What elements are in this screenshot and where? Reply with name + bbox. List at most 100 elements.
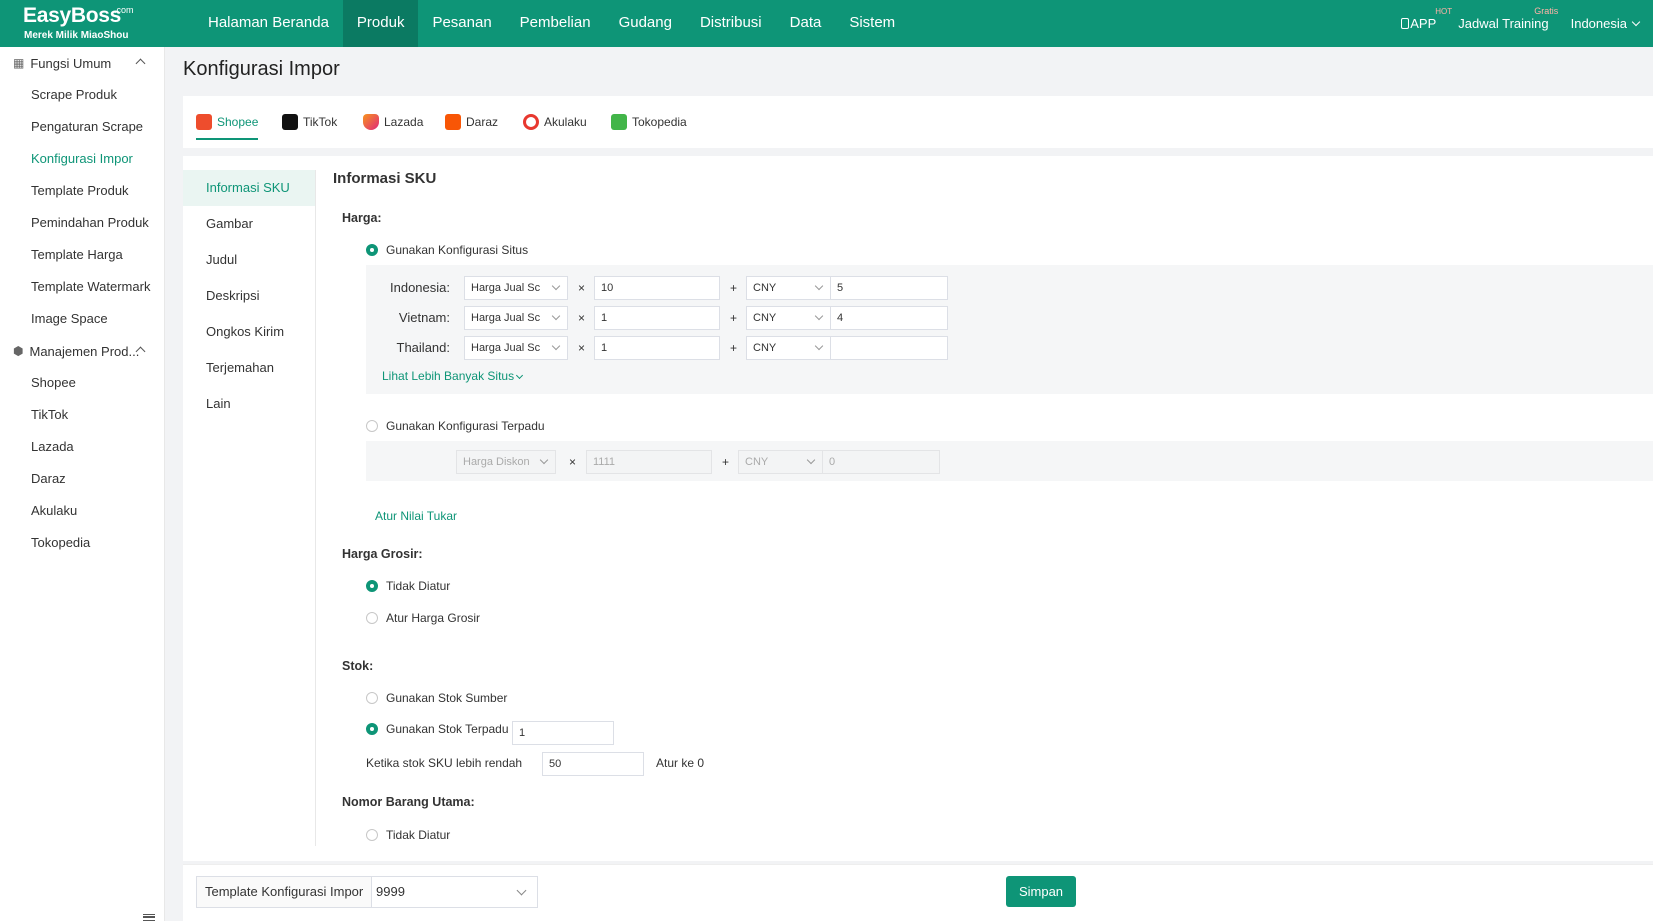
hot-badge: HOT (1435, 7, 1453, 16)
unified-currency-select[interactable]: CNY (738, 450, 823, 474)
sidebar-item-template-produk[interactable]: Template Produk (0, 175, 164, 207)
currency-select[interactable]: CNY (746, 306, 831, 330)
training-schedule-link[interactable]: Jadwal Training Gratis (1458, 6, 1558, 31)
sidebar-group-manajemen-produk[interactable]: ⬢ Manajemen Prod... (0, 335, 164, 367)
save-button[interactable]: Simpan (1006, 876, 1076, 907)
sidebar-item-shopee[interactable]: Shopee (0, 367, 164, 399)
add-value-input[interactable] (830, 336, 948, 360)
radio-checked[interactable] (366, 723, 378, 735)
nav-beranda[interactable]: Halaman Beranda (194, 0, 343, 47)
section-subnav: Informasi SKU Gambar Judul Deskripsi Ong… (183, 170, 316, 846)
radio-unchecked[interactable] (366, 612, 378, 624)
nav-sistem[interactable]: Sistem (835, 0, 909, 47)
wholesale-option-none[interactable]: Tidak Diatur (366, 579, 450, 593)
unified-price-type-select[interactable]: Harga Diskon (456, 450, 556, 474)
shopee-bag-icon (196, 114, 212, 130)
stock-option-unified[interactable]: Gunakan Stok Terpadu (366, 722, 509, 736)
sidebar-item-pemindahan-produk[interactable]: Pemindahan Produk (0, 207, 164, 239)
price-option-site[interactable]: Gunakan Konfigurasi Situs (366, 243, 528, 257)
price-option-unified[interactable]: Gunakan Konfigurasi Terpadu (366, 419, 545, 433)
cube-icon: ⬢ (13, 344, 24, 358)
nav-produk[interactable]: Produk (342, 0, 419, 47)
tab-daraz[interactable]: Daraz (445, 110, 498, 134)
radio-checked[interactable] (366, 580, 378, 592)
unified-multiplier-input[interactable]: 1111 (586, 450, 712, 474)
price-type-select[interactable]: Harga Jual Sc (464, 276, 568, 300)
price-type-select[interactable]: Harga Jual Sc (464, 306, 568, 330)
radio-unchecked[interactable] (366, 420, 378, 432)
multiplier-input[interactable]: 1 (594, 306, 720, 330)
price-type-select[interactable]: Harga Jual Sc (464, 336, 568, 360)
sidebar-item-daraz[interactable]: Daraz (0, 463, 164, 495)
sidebar-item-lazada[interactable]: Lazada (0, 431, 164, 463)
low-stock-threshold-input[interactable]: 50 (542, 752, 644, 776)
subnav-gambar[interactable]: Gambar (183, 206, 315, 242)
app-link[interactable]: APP HOT (1401, 7, 1452, 31)
multiply-sign: × (578, 311, 586, 325)
template-config-select[interactable]: 9999 (366, 876, 538, 908)
main-item-option-none[interactable]: Tidak Diatur (366, 828, 450, 842)
sidebar-item-tiktok[interactable]: TikTok (0, 399, 164, 431)
free-badge: Gratis (1534, 6, 1559, 16)
radio-checked[interactable] (366, 244, 378, 256)
sidebar-item-tokopedia[interactable]: Tokopedia (0, 527, 164, 559)
site-label-indonesia: Indonesia: (390, 280, 450, 295)
easyboss-logo[interactable]: EasyBoss .com Merek Milik MiaoShou (23, 4, 143, 44)
currency-select[interactable]: CNY (746, 336, 831, 360)
tab-label: Shopee (217, 115, 259, 129)
currency-select[interactable]: CNY (746, 276, 831, 300)
plus-sign: + (730, 311, 738, 325)
chevron-down-icon (1631, 17, 1641, 27)
main-nav: Halaman Beranda Produk Pesanan Pembelian… (194, 0, 909, 47)
add-value-input[interactable]: 5 (830, 276, 948, 300)
nav-pembelian[interactable]: Pembelian (506, 0, 605, 47)
nav-pesanan[interactable]: Pesanan (418, 0, 505, 47)
sidebar-item-konfigurasi-impor[interactable]: Konfigurasi Impor (0, 143, 164, 175)
select-value: CNY (753, 312, 777, 324)
subnav-lain[interactable]: Lain (183, 386, 315, 422)
logo-tagline: Merek Milik MiaoShou (24, 30, 129, 41)
grid-icon: ▦ (13, 56, 25, 70)
chevron-down-icon (551, 341, 561, 351)
more-sites-link[interactable]: Lihat Lebih Banyak Situs (382, 369, 524, 383)
sidebar-item-image-space[interactable]: Image Space (0, 303, 164, 335)
tab-shopee[interactable]: Shopee (196, 110, 259, 140)
top-navigation-bar: EasyBoss .com Merek Milik MiaoShou Halam… (0, 0, 1653, 47)
sidebar-group-fungsi-umum[interactable]: ▦ Fungsi Umum (0, 47, 164, 79)
nav-data[interactable]: Data (776, 0, 836, 47)
language-selector[interactable]: Indonesia (1571, 16, 1641, 31)
add-value-input[interactable]: 4 (830, 306, 948, 330)
subnav-judul[interactable]: Judul (183, 242, 315, 278)
sidebar-item-scrape-produk[interactable]: Scrape Produk (0, 79, 164, 111)
radio-unchecked[interactable] (366, 692, 378, 704)
select-value: CNY (745, 456, 769, 468)
subnav-deskripsi[interactable]: Deskripsi (183, 278, 315, 314)
nav-distribusi[interactable]: Distribusi (686, 0, 776, 47)
subnav-ongkos-kirim[interactable]: Ongkos Kirim (183, 314, 315, 350)
unified-add-input[interactable]: 0 (822, 450, 940, 474)
select-value: Harga Jual Sc (471, 282, 541, 294)
tab-akulaku[interactable]: Akulaku (523, 110, 587, 134)
nav-gudang[interactable]: Gudang (605, 0, 686, 47)
select-value: CNY (753, 342, 777, 354)
tab-lazada[interactable]: Lazada (363, 110, 423, 134)
subnav-informasi-sku[interactable]: Informasi SKU (183, 170, 315, 206)
site-label-vietnam: Vietnam: (398, 310, 450, 325)
exchange-rate-link[interactable]: Atur Nilai Tukar (375, 509, 457, 523)
collapse-menu-icon[interactable] (143, 914, 155, 921)
sidebar-item-template-watermark[interactable]: Template Watermark (0, 271, 164, 303)
sidebar-item-akulaku[interactable]: Akulaku (0, 495, 164, 527)
tab-tiktok[interactable]: TikTok (282, 110, 337, 134)
stock-option-source[interactable]: Gunakan Stok Sumber (366, 691, 507, 705)
unified-stock-input[interactable]: 1 (512, 721, 614, 745)
sidebar-item-pengaturan-scrape[interactable]: Pengaturan Scrape (0, 111, 164, 143)
template-config-label: Template Konfigurasi Impor (196, 876, 373, 908)
multiplier-input[interactable]: 10 (594, 276, 720, 300)
multiplier-input[interactable]: 1 (594, 336, 720, 360)
wholesale-option-set[interactable]: Atur Harga Grosir (366, 611, 480, 625)
tokopedia-owl-icon (611, 114, 627, 130)
tab-tokopedia[interactable]: Tokopedia (611, 110, 687, 134)
sidebar-item-template-harga[interactable]: Template Harga (0, 239, 164, 271)
subnav-terjemahan[interactable]: Terjemahan (183, 350, 315, 386)
radio-unchecked[interactable] (366, 829, 378, 841)
